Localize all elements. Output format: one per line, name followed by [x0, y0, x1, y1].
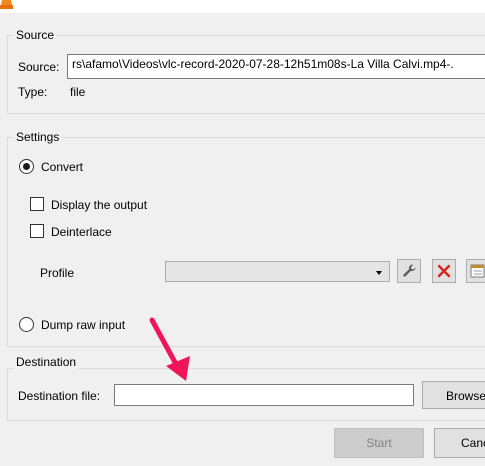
- source-label: Source:: [18, 60, 60, 74]
- display-output-checkbox[interactable]: [30, 197, 44, 211]
- browse-button-label: Browse: [446, 389, 485, 403]
- start-button-label: Start: [366, 436, 392, 450]
- source-path-field[interactable]: rs\afamo\Videos\vlc-record-2020-07-28-12…: [67, 54, 485, 79]
- dump-raw-input-label[interactable]: Dump raw input: [41, 318, 125, 332]
- settings-legend: Settings: [14, 130, 62, 144]
- convert-radio[interactable]: [19, 159, 34, 174]
- delete-profile-button[interactable]: [432, 259, 456, 283]
- dump-raw-input-radio[interactable]: [19, 317, 34, 332]
- source-legend: Source: [14, 28, 57, 42]
- window-top-strip: [0, 0, 485, 13]
- deinterlace-label[interactable]: Deinterlace: [51, 225, 112, 239]
- convert-label[interactable]: Convert: [41, 160, 83, 174]
- chevron-down-icon: [376, 271, 382, 275]
- type-label: Type:: [18, 85, 48, 99]
- new-profile-icon: [470, 264, 485, 278]
- profile-label: Profile: [40, 266, 75, 280]
- start-button[interactable]: Start: [334, 428, 424, 458]
- destination-file-input[interactable]: [114, 384, 414, 406]
- cancel-button[interactable]: Cancel: [434, 428, 485, 458]
- new-profile-button[interactable]: [466, 259, 485, 283]
- destination-file-label: Destination file:: [18, 389, 101, 403]
- edit-profile-button[interactable]: [397, 259, 421, 283]
- wrench-icon: [403, 264, 416, 277]
- vlc-cone-icon: [0, 0, 13, 9]
- browse-button[interactable]: Browse: [422, 381, 485, 409]
- cancel-button-label: Cancel: [461, 436, 485, 450]
- deinterlace-checkbox[interactable]: [30, 224, 44, 238]
- type-value: file: [70, 85, 86, 99]
- profile-select[interactable]: [165, 261, 390, 282]
- delete-icon: [437, 264, 451, 278]
- display-output-label[interactable]: Display the output: [51, 198, 147, 212]
- source-path-value: rs\afamo\Videos\vlc-record-2020-07-28-12…: [72, 57, 454, 71]
- destination-legend: Destination: [14, 355, 79, 369]
